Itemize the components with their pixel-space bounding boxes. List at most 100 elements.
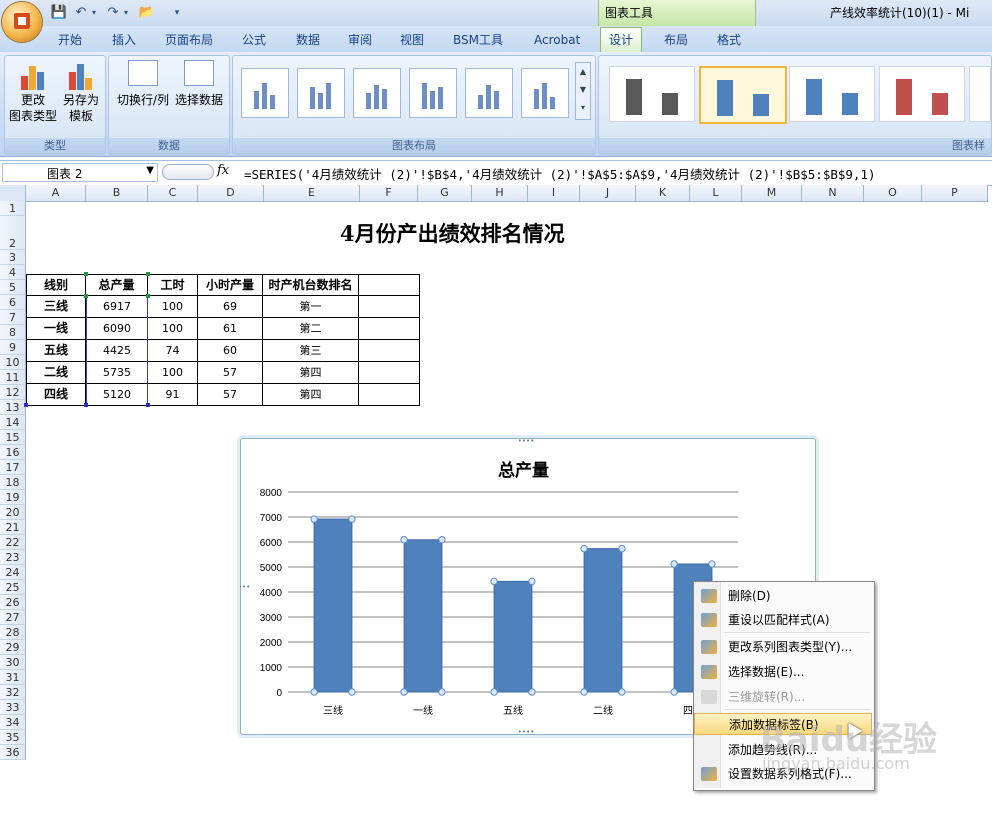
column-header-B[interactable]: B <box>86 185 148 202</box>
bar-selection-handle[interactable] <box>348 515 356 523</box>
bar[interactable] <box>493 580 533 693</box>
table-cell[interactable]: 74 <box>148 340 198 362</box>
table-cell[interactable]: 五线 <box>26 340 86 362</box>
row-header-10[interactable]: 10 <box>0 355 26 370</box>
chart-layout-2[interactable] <box>297 68 345 118</box>
bar[interactable] <box>583 548 623 693</box>
tab-home[interactable]: 开始 <box>58 31 82 51</box>
formula-input[interactable]: =SERIES('4月绩效统计 (2)'!$B$4,'4月绩效统计 (2)'!$… <box>244 164 876 183</box>
row-header-6[interactable]: 6 <box>0 295 26 310</box>
redo-icon[interactable]: ↷ <box>104 4 122 22</box>
row-header-13[interactable]: 13 <box>0 400 26 415</box>
table-cell[interactable]: 91 <box>148 384 198 406</box>
table-cell[interactable]: 57 <box>198 362 263 384</box>
formula-bar-resize-handle[interactable] <box>162 164 214 180</box>
bar-selection-handle[interactable] <box>580 544 588 553</box>
save-as-template-button[interactable]: 另存为 模板 <box>57 60 105 124</box>
column-header-G[interactable]: G <box>418 185 472 202</box>
insert-function-icon[interactable]: fx <box>217 163 229 178</box>
row-header-15[interactable]: 15 <box>0 430 26 445</box>
table-empty-cell[interactable] <box>359 296 420 318</box>
table-cell[interactable]: 100 <box>148 362 198 384</box>
table-cell[interactable]: 四线 <box>26 384 86 406</box>
table-cell[interactable]: 第三 <box>263 340 359 362</box>
chart-style-2[interactable] <box>699 66 787 124</box>
table-header-cell[interactable]: 小时产量 <box>198 274 263 296</box>
bar-selection-handle[interactable] <box>310 688 318 696</box>
tab-chart-design[interactable]: 设计 <box>600 27 643 52</box>
column-header-A[interactable]: A <box>26 185 86 202</box>
row-header-16[interactable]: 16 <box>0 445 26 460</box>
range-handle[interactable] <box>24 403 28 407</box>
row-header-27[interactable]: 27 <box>0 610 26 625</box>
chart-style-3[interactable] <box>789 66 875 122</box>
change-chart-type-button[interactable]: 更改 图表类型 <box>7 60 59 124</box>
column-header-C[interactable]: C <box>148 185 198 202</box>
chart-resize-handle[interactable]: •••• <box>518 728 535 735</box>
table-cell[interactable]: 第一 <box>263 296 359 318</box>
bar-selection-handle[interactable] <box>490 577 498 586</box>
switch-row-column-button[interactable]: 切换行/列 <box>111 60 175 108</box>
bar-selection-handle[interactable] <box>528 688 536 696</box>
table-empty-cell[interactable] <box>359 340 420 362</box>
table-cell[interactable]: 100 <box>148 318 198 340</box>
chart-style-4[interactable] <box>879 66 965 122</box>
range-handle[interactable] <box>84 294 88 298</box>
bar-selection-handle[interactable] <box>708 560 716 568</box>
office-button[interactable] <box>2 2 42 42</box>
table-cell[interactable]: 60 <box>198 340 263 362</box>
row-header-17[interactable]: 17 <box>0 460 26 475</box>
table-cell[interactable]: 69 <box>198 296 263 318</box>
chart-resize-handle[interactable]: •••• <box>518 438 535 445</box>
tab-review[interactable]: 审阅 <box>348 31 372 51</box>
context-menu-item[interactable]: 更改系列图表类型(Y)... <box>694 636 872 658</box>
row-header-29[interactable]: 29 <box>0 640 26 655</box>
range-handle[interactable] <box>84 272 88 276</box>
bar-selection-handle[interactable] <box>348 688 356 696</box>
bar-selection-handle[interactable] <box>438 688 446 696</box>
chart-resize-handle[interactable]: •••• <box>240 583 250 591</box>
row-header-8[interactable]: 8 <box>0 325 26 340</box>
table-empty-cell[interactable] <box>359 318 420 340</box>
context-menu-item[interactable]: 选择数据(E)... <box>694 661 872 683</box>
column-header-H[interactable]: H <box>472 185 528 202</box>
bar-selection-handle[interactable] <box>438 536 446 544</box>
table-cell[interactable]: 100 <box>148 296 198 318</box>
row-header-32[interactable]: 32 <box>0 685 26 700</box>
table-header-cell[interactable]: 总产量 <box>86 274 148 296</box>
context-menu-item[interactable]: 删除(D) <box>694 585 872 607</box>
tab-bsm-tools[interactable]: BSM工具 <box>453 31 503 51</box>
bar-selection-handle[interactable] <box>528 577 536 586</box>
row-header-1[interactable]: 1 <box>0 201 26 216</box>
bar-selection-handle[interactable] <box>490 688 498 696</box>
table-cell[interactable]: 61 <box>198 318 263 340</box>
tab-chart-layout[interactable]: 布局 <box>664 31 688 51</box>
open-folder-icon[interactable]: 📂 <box>138 4 156 22</box>
tab-chart-format[interactable]: 格式 <box>717 31 741 51</box>
name-box-dropdown-icon[interactable]: ▼ <box>146 165 154 176</box>
row-header-4[interactable]: 4 <box>0 265 26 280</box>
chart-style-5[interactable] <box>969 66 991 122</box>
bar-selection-handle[interactable] <box>400 688 408 696</box>
table-header-cell[interactable]: 工时 <box>148 274 198 296</box>
row-header-20[interactable]: 20 <box>0 505 26 520</box>
sheet-title[interactable]: 4月份产出绩效排名情况 <box>340 218 565 248</box>
table-cell[interactable]: 4425 <box>86 340 148 362</box>
table-cell[interactable]: 第四 <box>263 362 359 384</box>
bar[interactable] <box>403 539 443 693</box>
table-cell[interactable]: 5735 <box>86 362 148 384</box>
save-icon[interactable]: 💾 <box>50 4 68 22</box>
table-empty-cell[interactable] <box>359 384 420 406</box>
table-cell[interactable]: 三线 <box>26 296 86 318</box>
table-header-cell[interactable]: 线别 <box>26 274 86 296</box>
row-header-30[interactable]: 30 <box>0 655 26 670</box>
table-cell[interactable]: 6917 <box>86 296 148 318</box>
table-empty-cell[interactable] <box>359 362 420 384</box>
row-header-2[interactable]: 2 <box>0 216 26 250</box>
bar-selection-handle[interactable] <box>400 536 408 544</box>
row-header-33[interactable]: 33 <box>0 700 26 715</box>
row-header-23[interactable]: 23 <box>0 550 26 565</box>
column-header-M[interactable]: M <box>742 185 802 202</box>
column-header-O[interactable]: O <box>864 185 922 202</box>
column-header-N[interactable]: N <box>802 185 864 202</box>
